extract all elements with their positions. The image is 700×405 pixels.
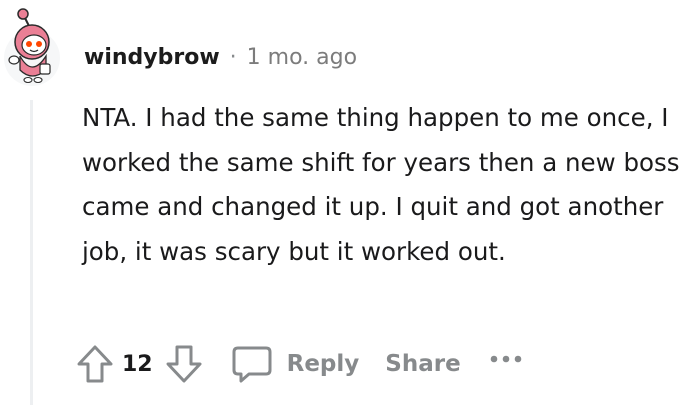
vote-count: 12	[122, 351, 153, 377]
meta-separator: ·	[229, 44, 237, 70]
user-avatar[interactable]	[2, 4, 62, 88]
more-dots-icon[interactable]	[489, 354, 523, 364]
upvote-arrow-icon[interactable]	[76, 344, 114, 384]
downvote-arrow-icon[interactable]	[165, 344, 203, 384]
comment-author[interactable]: windybrow	[84, 45, 220, 70]
comment-header: windybrow · 1 mo. ago	[84, 40, 357, 74]
thread-line[interactable]	[30, 100, 33, 405]
comment-timestamp[interactable]: 1 mo. ago	[247, 45, 357, 70]
reply-button[interactable]: Reply	[231, 344, 360, 384]
share-button[interactable]: Share	[385, 351, 460, 377]
comment-bubble-icon	[231, 344, 273, 384]
snoo-avatar-icon	[4, 8, 60, 86]
comment-body: NTA. I had the same thing happen to me o…	[82, 103, 680, 266]
reply-label: Reply	[286, 351, 360, 377]
comment-action-bar: 12 Reply Share	[76, 342, 523, 386]
